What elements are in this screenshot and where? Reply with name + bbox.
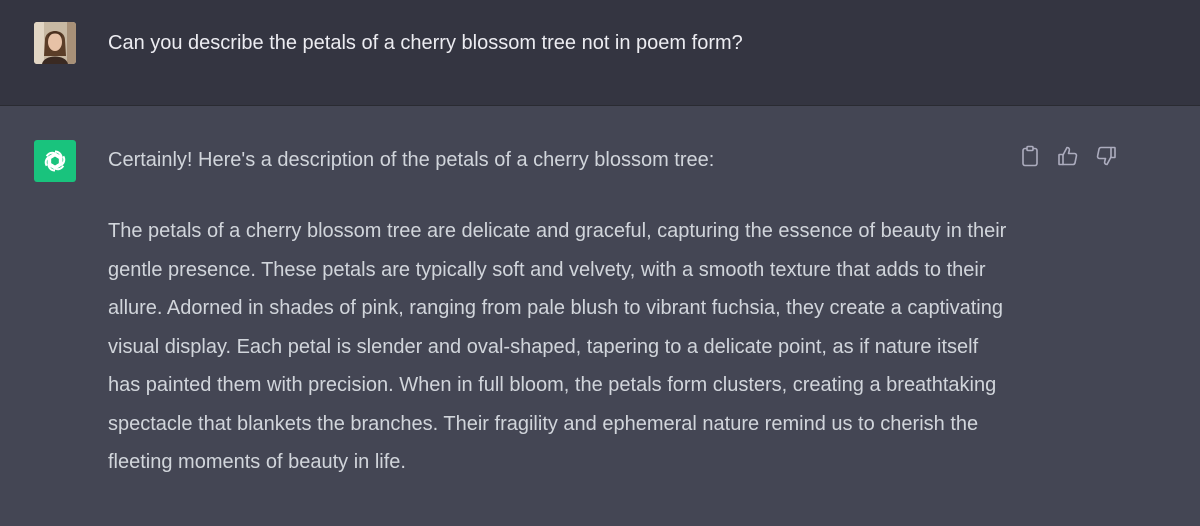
- thumbs-up-button[interactable]: [1056, 144, 1080, 168]
- thumbs-down-button[interactable]: [1094, 144, 1118, 168]
- message-actions: [1018, 144, 1118, 168]
- copy-icon: [1022, 145, 1038, 167]
- thumbs-up-icon: [1058, 146, 1078, 166]
- thumbs-down-icon: [1096, 146, 1116, 166]
- openai-logo-icon: [44, 150, 66, 172]
- assistant-message-row: Certainly! Here's a description of the p…: [0, 106, 1200, 526]
- copy-button[interactable]: [1018, 144, 1042, 168]
- user-avatar-photo-icon: [34, 22, 76, 64]
- user-message-row: Can you describe the petals of a cherry …: [0, 0, 1200, 106]
- user-avatar: [34, 22, 76, 64]
- user-message-text: Can you describe the petals of a cherry …: [108, 32, 743, 54]
- assistant-intro-text: Certainly! Here's a description of the p…: [108, 149, 715, 171]
- assistant-avatar: [34, 140, 76, 182]
- assistant-message-content: Certainly! Here's a description of the p…: [108, 146, 1008, 482]
- assistant-paragraph: The petals of a cherry blossom tree are …: [108, 220, 1007, 473]
